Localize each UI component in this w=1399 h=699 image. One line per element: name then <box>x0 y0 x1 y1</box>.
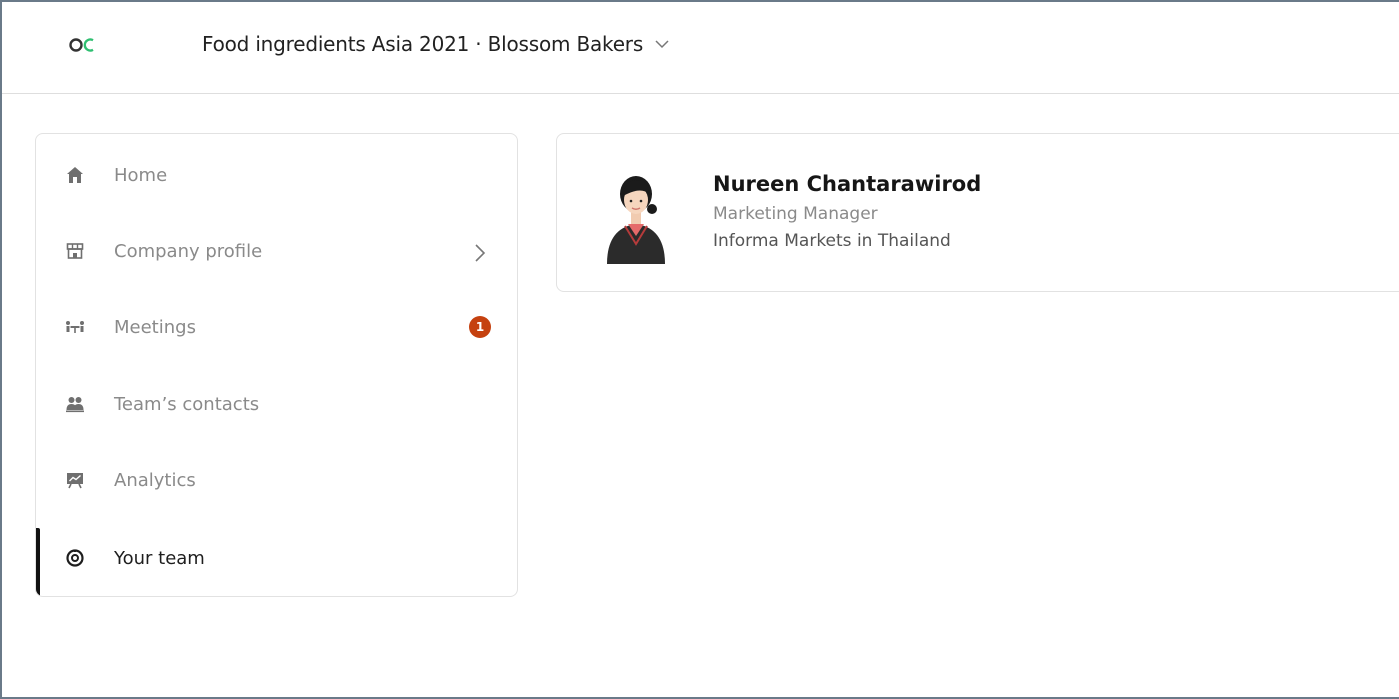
sidebar-item-label: Analytics <box>114 469 196 491</box>
sidebar-item-teams-contacts[interactable]: Team’s contacts <box>36 374 517 434</box>
event-selector[interactable]: Food ingredients Asia 2021 · Blossom Bak… <box>202 32 671 56</box>
sidebar-item-company-profile[interactable]: Company profile <box>36 221 517 281</box>
team-member-card[interactable]: Nureen Chantarawirod Marketing Manager I… <box>556 133 1399 292</box>
member-company: Informa Markets in Thailand <box>713 231 951 251</box>
app-logo[interactable] <box>66 34 102 56</box>
notification-badge: 1 <box>469 316 491 338</box>
team-settings-icon <box>64 547 86 569</box>
home-icon <box>64 164 86 186</box>
sidebar-item-label: Home <box>114 164 168 186</box>
sidebar-item-label: Team’s contacts <box>114 393 260 415</box>
chevron-right-icon <box>475 244 486 262</box>
top-bar: Food ingredients Asia 2021 · Blossom Bak… <box>2 2 1399 94</box>
storefront-icon <box>64 240 86 262</box>
meeting-table-icon <box>64 316 86 338</box>
member-role: Marketing Manager <box>713 204 878 224</box>
sidebar-item-meetings[interactable]: Meetings 1 <box>36 297 517 357</box>
sidebar-item-label: Meetings <box>114 316 196 338</box>
sidebar-nav: Home Company profile Meetings 1 Team’s c… <box>35 133 518 597</box>
avatar <box>607 176 665 264</box>
sidebar-item-your-team[interactable]: Your team <box>36 528 517 596</box>
contacts-group-icon <box>64 393 86 415</box>
analytics-board-icon <box>64 469 86 491</box>
sidebar-item-label: Company profile <box>114 240 263 262</box>
event-title: Food ingredients Asia 2021 · Blossom Bak… <box>202 32 644 56</box>
chevron-down-icon <box>655 40 669 49</box>
sidebar-item-home[interactable]: Home <box>36 145 517 205</box>
sidebar-item-analytics[interactable]: Analytics <box>36 450 517 510</box>
member-name: Nureen Chantarawirod <box>713 172 982 196</box>
sidebar-item-label: Your team <box>114 547 205 569</box>
